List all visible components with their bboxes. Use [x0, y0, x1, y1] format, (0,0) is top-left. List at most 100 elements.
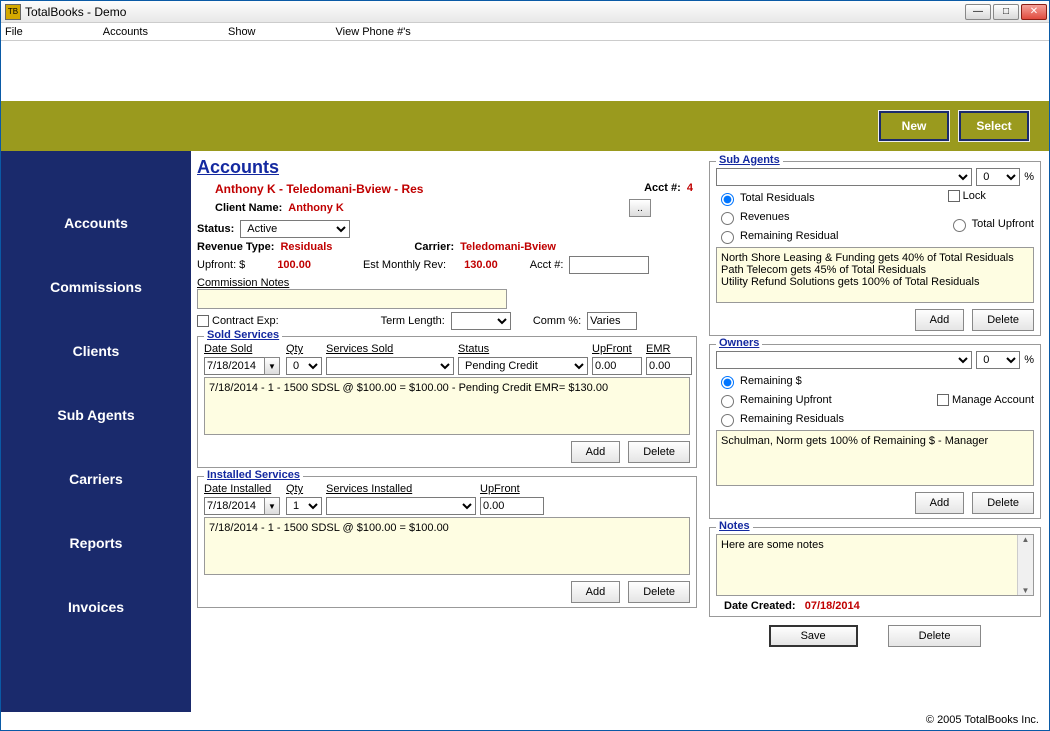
acctnum2-input[interactable]: [569, 256, 649, 274]
nav-clients[interactable]: Clients: [1, 319, 191, 383]
status-select[interactable]: Active: [240, 220, 350, 238]
sub-delete-button[interactable]: Delete: [972, 309, 1034, 331]
commpct-input[interactable]: [587, 312, 637, 330]
menu-file[interactable]: File: [5, 26, 23, 38]
emr-label: Est Monthly Rev:: [363, 259, 446, 271]
owners-group: Owners 0 % Remaining $ Remaining Upfront…: [709, 344, 1041, 519]
sub-radio-total-residuals[interactable]: [721, 193, 734, 206]
nav-commissions[interactable]: Commissions: [1, 255, 191, 319]
sold-hdr-svc: Services Sold: [326, 343, 454, 355]
nav-accounts[interactable]: Accounts: [1, 191, 191, 255]
own-radio-remaining-residuals[interactable]: [721, 414, 734, 427]
select-button[interactable]: Select: [959, 111, 1029, 141]
sold-hdr-status: Status: [458, 343, 588, 355]
sub-radio-total-upfront[interactable]: [953, 219, 966, 232]
date-created-label: Date Created:: [724, 600, 796, 612]
chevron-down-icon[interactable]: ▼: [1022, 586, 1030, 595]
inst-date-input[interactable]: [204, 497, 264, 515]
termlen-label: Term Length:: [381, 315, 445, 327]
contract-exp-checkbox[interactable]: [197, 315, 209, 327]
own-list[interactable]: Schulman, Norm gets 100% of Remaining $ …: [716, 430, 1034, 486]
inst-list[interactable]: 7/18/2014 - 1 - 1500 SDSL @ $100.00 = $1…: [204, 517, 690, 575]
sold-legend: Sold Services: [204, 329, 282, 341]
own-radio-remaining-dollar[interactable]: [721, 376, 734, 389]
sold-list-item: 7/18/2014 - 1 - 1500 SDSL @ $100.00 = $1…: [209, 382, 685, 394]
minimize-button[interactable]: —: [965, 4, 991, 20]
upfront-value: 100.00: [277, 259, 311, 271]
account-header: Anthony K - Teledomani-Bview - Res Acct …: [197, 182, 697, 217]
notes-legend: Notes: [716, 520, 753, 532]
own-num-select[interactable]: 0: [976, 351, 1020, 369]
sold-svc-select[interactable]: [326, 357, 454, 375]
top-whitespace: [1, 41, 1049, 101]
chevron-down-icon[interactable]: ▼: [264, 497, 280, 515]
sold-delete-button[interactable]: Delete: [628, 441, 690, 463]
commission-notes-input[interactable]: [197, 289, 507, 309]
sold-qty-select[interactable]: 0: [286, 357, 322, 375]
close-button[interactable]: ✕: [1021, 4, 1047, 20]
sub-legend: Sub Agents: [716, 154, 783, 166]
sold-hdr-emr: EMR: [646, 343, 692, 355]
sold-hdr-upfront: UpFront: [592, 343, 642, 355]
own-legend: Owners: [716, 337, 762, 349]
own-select[interactable]: [716, 351, 972, 369]
client-browse-button[interactable]: ..: [629, 199, 651, 217]
status-label: Status:: [197, 223, 234, 235]
sub-list[interactable]: North Shore Leasing & Funding gets 40% o…: [716, 247, 1034, 303]
menu-viewphone[interactable]: View Phone #'s: [336, 26, 411, 38]
menu-show[interactable]: Show: [228, 26, 256, 38]
save-button[interactable]: Save: [769, 625, 858, 647]
sub-lock-checkbox[interactable]: [948, 190, 960, 202]
chevron-up-icon[interactable]: ▲: [1022, 535, 1030, 544]
app-icon: TB: [5, 4, 21, 20]
own-manage-checkbox[interactable]: [937, 394, 949, 406]
own-radio-remaining-upfront[interactable]: [721, 395, 734, 408]
chevron-down-icon[interactable]: ▼: [264, 357, 280, 375]
sold-date-input[interactable]: [204, 357, 264, 375]
upfront-label: Upfront: $: [197, 259, 245, 271]
sub-radio-revenues[interactable]: [721, 212, 734, 225]
sold-add-button[interactable]: Add: [571, 441, 621, 463]
installed-services-group: Installed Services Date Installed Qty Se…: [197, 476, 697, 608]
commpct-label: Comm %:: [533, 315, 581, 327]
client-name-label: Client Name:: [215, 202, 282, 214]
sold-upfront-input[interactable]: [592, 357, 642, 375]
inst-add-button[interactable]: Add: [571, 581, 621, 603]
menubar: File Accounts Show View Phone #'s: [1, 23, 1049, 41]
sold-status-select[interactable]: Pending Credit: [458, 357, 588, 375]
sold-list[interactable]: 7/18/2014 - 1 - 1500 SDSL @ $100.00 = $1…: [204, 377, 690, 435]
scrollbar[interactable]: ▲▼: [1017, 535, 1033, 595]
client-name-value: Anthony K: [288, 202, 344, 214]
nav-subagents[interactable]: Sub Agents: [1, 383, 191, 447]
inst-svc-select[interactable]: [326, 497, 476, 515]
sub-select[interactable]: [716, 168, 972, 186]
inst-upfront-input[interactable]: [480, 497, 544, 515]
footer-copyright: © 2005 TotalBooks Inc.: [1, 712, 1049, 730]
nav-reports[interactable]: Reports: [1, 511, 191, 575]
nav-carriers[interactable]: Carriers: [1, 447, 191, 511]
sold-emr-input[interactable]: [646, 357, 692, 375]
delete-button[interactable]: Delete: [888, 625, 982, 647]
inst-hdr-upfront: UpFront: [480, 483, 544, 495]
sold-hdr-qty: Qty: [286, 343, 322, 355]
nav-invoices[interactable]: Invoices: [1, 575, 191, 639]
own-delete-button[interactable]: Delete: [972, 492, 1034, 514]
notes-textarea[interactable]: Here are some notes ▲▼: [716, 534, 1034, 596]
notes-group: Notes Here are some notes ▲▼ Date Create…: [709, 527, 1041, 617]
sold-hdr-date: Date Sold: [204, 343, 282, 355]
termlen-select[interactable]: [451, 312, 511, 330]
inst-delete-button[interactable]: Delete: [628, 581, 690, 603]
sub-add-button[interactable]: Add: [915, 309, 965, 331]
new-button[interactable]: New: [879, 111, 949, 141]
menu-accounts[interactable]: Accounts: [103, 26, 148, 38]
revtype-value: Residuals: [280, 241, 332, 253]
sold-services-group: Sold Services Date Sold Qty Services Sol…: [197, 336, 697, 468]
inst-qty-select[interactable]: 1: [286, 497, 322, 515]
own-add-button[interactable]: Add: [915, 492, 965, 514]
sub-radio-remaining-residual[interactable]: [721, 231, 734, 244]
list-item: North Shore Leasing & Funding gets 40% o…: [721, 252, 1029, 264]
acctnum2-label: Acct #:: [530, 259, 564, 271]
maximize-button[interactable]: □: [993, 4, 1019, 20]
sub-num-select[interactable]: 0: [976, 168, 1020, 186]
own-pct: %: [1024, 354, 1034, 366]
